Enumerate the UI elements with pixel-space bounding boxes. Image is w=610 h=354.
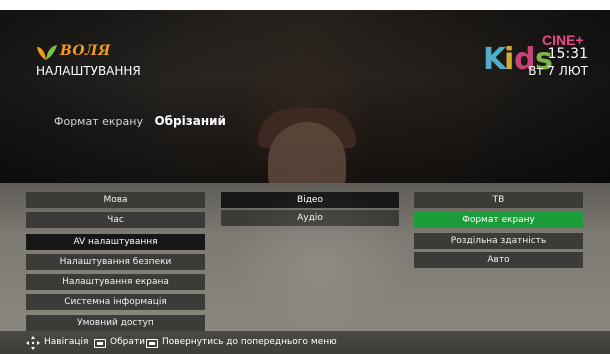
menu-item-security[interactable]: Налаштування безпеки <box>26 254 205 270</box>
top-border <box>0 0 610 10</box>
page-title: НАЛАШТУВАННЯ <box>36 64 141 78</box>
brand-leaf-icon <box>37 45 57 60</box>
menu-item-conditional-access[interactable]: Умовний доступ <box>26 315 205 331</box>
tv-screen: ВОЛЯ НАЛАШТУВАННЯ K i d s CINE+ 15:31 Вт… <box>0 0 610 354</box>
submenu-item-video[interactable]: Відео <box>221 192 399 208</box>
menu-item-language[interactable]: Мова <box>26 192 205 208</box>
clock-date: Вт 7 ЛЮТ <box>528 64 588 78</box>
submenu-item-audio[interactable]: Аудіо <box>221 210 399 226</box>
menu-item-av-settings[interactable]: AV налаштування <box>26 234 205 250</box>
video-preview: ВОЛЯ НАЛАШТУВАННЯ K i d s CINE+ 15:31 Вт… <box>0 10 610 183</box>
help-back: Повернутись до попереднього меню <box>162 337 337 347</box>
option-tv[interactable]: ТВ <box>414 192 583 208</box>
menu-item-system-info[interactable]: Системна інформація <box>26 294 205 310</box>
clock-time: 15:31 <box>547 46 588 62</box>
menu-item-screen-settings[interactable]: Налаштування екрана <box>26 274 205 290</box>
channel-logo-k: K <box>483 42 507 77</box>
help-navigate: Навігація <box>44 337 89 347</box>
current-format-label: Формат екрану <box>54 115 143 128</box>
channel-logo-i: i <box>504 42 515 77</box>
brand-name: ВОЛЯ <box>60 43 111 59</box>
help-bar: Навігація Обрати Повернутись до попередн… <box>0 331 610 354</box>
navigation-arrows-icon <box>26 336 40 350</box>
settings-menu-panel: Мова Час AV налаштування Налаштування бе… <box>0 183 610 331</box>
option-auto[interactable]: Авто <box>414 252 583 268</box>
menu-item-time[interactable]: Час <box>26 212 205 228</box>
current-format: Формат екрану Обрізаний <box>54 114 226 128</box>
ok-key-icon <box>94 339 106 348</box>
back-key-icon <box>146 339 158 348</box>
current-format-value: Обрізаний <box>154 114 226 128</box>
option-resolution[interactable]: Роздільна здатність <box>414 233 583 249</box>
help-ok: Обрати <box>110 337 145 347</box>
option-screen-format[interactable]: Формат екрану <box>414 212 583 228</box>
